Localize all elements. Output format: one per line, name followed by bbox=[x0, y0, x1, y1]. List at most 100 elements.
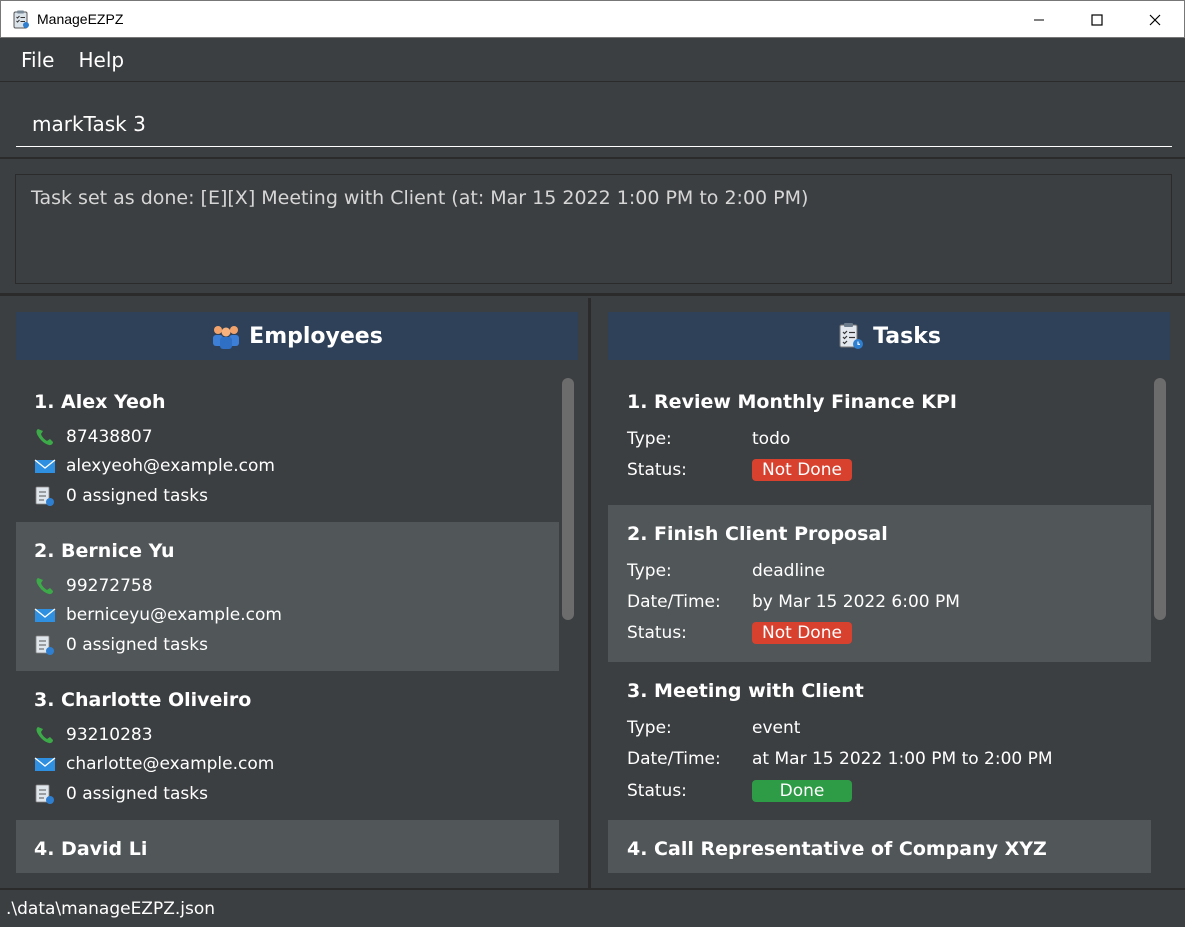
employee-phone-row: 87438807 bbox=[34, 427, 153, 447]
task-datetime-row: Date/Time: by Mar 15 2022 6:00 PM bbox=[627, 592, 960, 612]
task-type: todo bbox=[752, 429, 791, 449]
employee-card[interactable]: 3. Charlotte Oliveiro 93210283 charlotte… bbox=[16, 671, 559, 820]
employee-name: 1. Alex Yeoh bbox=[34, 391, 166, 413]
phone-icon bbox=[36, 429, 53, 446]
task-type: event bbox=[752, 718, 801, 738]
task-status-row: Status: Not Done bbox=[627, 459, 852, 481]
data-file-path: .\data\manageEZPZ.json bbox=[6, 898, 216, 919]
clipboard-icon bbox=[13, 10, 29, 29]
minimize-button[interactable] bbox=[1010, 1, 1068, 39]
employee-phone-row: 93210283 bbox=[34, 725, 153, 745]
task-status-label: Status: bbox=[627, 623, 687, 643]
task-datetime: by Mar 15 2022 6:00 PM bbox=[752, 592, 960, 612]
employee-phone: 99272758 bbox=[66, 576, 153, 596]
employee-tasks-row: 0 assigned tasks bbox=[34, 485, 208, 507]
employee-tasks-row: 0 assigned tasks bbox=[34, 634, 208, 656]
employee-email: alexyeoh@example.com bbox=[66, 456, 275, 476]
task-status-row: Status: Done bbox=[627, 780, 852, 802]
task-card[interactable]: 3. Meeting with Client Type: event Date/… bbox=[608, 662, 1151, 820]
employee-card[interactable]: 1. Alex Yeoh 87438807 alexyeoh@example.c… bbox=[16, 373, 559, 522]
task-type-label: Type: bbox=[627, 561, 672, 581]
phone-icon bbox=[36, 578, 53, 595]
task-type-row: Type: todo bbox=[627, 429, 790, 449]
employee-email-row: charlotte@example.com bbox=[34, 754, 274, 774]
email-icon bbox=[34, 757, 56, 771]
employee-phone-row: 99272758 bbox=[34, 576, 153, 596]
task-title: 3. Meeting with Client bbox=[627, 680, 864, 702]
task-type-label: Type: bbox=[627, 718, 672, 738]
command-box bbox=[0, 83, 1185, 159]
people-icon bbox=[213, 326, 240, 349]
close-button[interactable] bbox=[1126, 1, 1184, 39]
status-badge: Not Done bbox=[752, 622, 852, 644]
employee-phone: 93210283 bbox=[66, 725, 153, 745]
result-display: Task set as done: [E][X] Meeting with Cl… bbox=[15, 174, 1172, 284]
employee-email: berniceyu@example.com bbox=[66, 605, 282, 625]
employee-email: charlotte@example.com bbox=[66, 754, 275, 774]
employee-name: 2. Bernice Yu bbox=[34, 540, 175, 562]
menu-help[interactable]: Help bbox=[78, 48, 124, 72]
task-list[interactable]: 1. Review Monthly Finance KPI Type: todo… bbox=[608, 373, 1151, 873]
status-badge: Not Done bbox=[752, 459, 852, 481]
employee-task-count: 0 assigned tasks bbox=[66, 784, 208, 804]
employee-tasks-row: 0 assigned tasks bbox=[34, 783, 208, 805]
task-list-icon bbox=[839, 323, 864, 349]
task-card[interactable]: 4. Call Representative of Company XYZ bbox=[608, 820, 1151, 873]
maximize-icon bbox=[1091, 14, 1103, 26]
task-list-icon bbox=[35, 635, 54, 655]
task-scrollbar[interactable] bbox=[1151, 373, 1169, 873]
task-title: 1. Review Monthly Finance KPI bbox=[627, 391, 957, 413]
employee-list[interactable]: 1. Alex Yeoh 87438807 alexyeoh@example.c… bbox=[16, 373, 559, 873]
tasks-title: Tasks bbox=[873, 323, 941, 349]
window-controls bbox=[1010, 1, 1184, 39]
menu-bar: File Help bbox=[0, 38, 1185, 82]
result-area: Task set as done: [E][X] Meeting with Cl… bbox=[0, 161, 1185, 296]
task-datetime-row: Date/Time: at Mar 15 2022 1:00 PM to 2:0… bbox=[627, 749, 1053, 769]
task-card[interactable]: 2. Finish Client Proposal Type: deadline… bbox=[608, 505, 1151, 662]
task-type-row: Type: event bbox=[627, 718, 800, 738]
task-list-icon bbox=[35, 784, 54, 804]
email-icon bbox=[34, 459, 56, 473]
email-icon bbox=[34, 608, 56, 622]
task-status-label: Status: bbox=[627, 781, 687, 801]
task-datetime-label: Date/Time: bbox=[627, 749, 721, 769]
window-title: ManageEZPZ bbox=[37, 11, 124, 27]
employee-card[interactable]: 2. Bernice Yu 99272758 berniceyu@example… bbox=[16, 522, 559, 671]
task-card[interactable]: 1. Review Monthly Finance KPI Type: todo… bbox=[608, 373, 1151, 505]
tasks-header: Tasks bbox=[608, 312, 1170, 360]
employee-email-row: berniceyu@example.com bbox=[34, 605, 282, 625]
minimize-icon bbox=[1034, 19, 1044, 21]
employee-email-row: alexyeoh@example.com bbox=[34, 456, 275, 476]
employees-title: Employees bbox=[249, 323, 383, 349]
employee-task-count: 0 assigned tasks bbox=[66, 635, 208, 655]
task-datetime: at Mar 15 2022 1:00 PM to 2:00 PM bbox=[752, 749, 1053, 769]
task-datetime-label: Date/Time: bbox=[627, 592, 721, 612]
employee-scrollbar[interactable] bbox=[559, 373, 577, 873]
phone-icon bbox=[36, 727, 53, 744]
task-status-label: Status: bbox=[627, 460, 687, 480]
tasks-panel: Tasks 1. Review Monthly Finance KPI Type… bbox=[594, 298, 1182, 888]
employee-phone: 87438807 bbox=[66, 427, 153, 447]
employee-scroll-thumb[interactable] bbox=[562, 378, 574, 620]
task-scroll-thumb[interactable] bbox=[1154, 378, 1166, 620]
command-input[interactable] bbox=[16, 101, 1172, 147]
employee-task-count: 0 assigned tasks bbox=[66, 486, 208, 506]
task-list-icon bbox=[35, 486, 54, 506]
employees-panel: Employees 1. Alex Yeoh 87438807 alexyeoh… bbox=[3, 298, 591, 888]
status-badge: Done bbox=[752, 780, 852, 802]
menu-file[interactable]: File bbox=[21, 48, 54, 72]
status-bar: .\data\manageEZPZ.json bbox=[0, 888, 1185, 927]
employees-header: Employees bbox=[16, 312, 578, 360]
employee-name: 3. Charlotte Oliveiro bbox=[34, 689, 252, 711]
task-status-row: Status: Not Done bbox=[627, 622, 852, 644]
maximize-button[interactable] bbox=[1068, 1, 1126, 39]
close-icon bbox=[1149, 14, 1161, 26]
task-type: deadline bbox=[752, 561, 826, 581]
employee-name: 4. David Li bbox=[34, 838, 148, 860]
task-title: 4. Call Representative of Company XYZ bbox=[627, 838, 1047, 860]
task-type-label: Type: bbox=[627, 429, 672, 449]
employee-card[interactable]: 4. David Li bbox=[16, 820, 559, 873]
task-title: 2. Finish Client Proposal bbox=[627, 523, 888, 545]
title-bar: ManageEZPZ bbox=[0, 0, 1185, 38]
task-type-row: Type: deadline bbox=[627, 561, 825, 581]
